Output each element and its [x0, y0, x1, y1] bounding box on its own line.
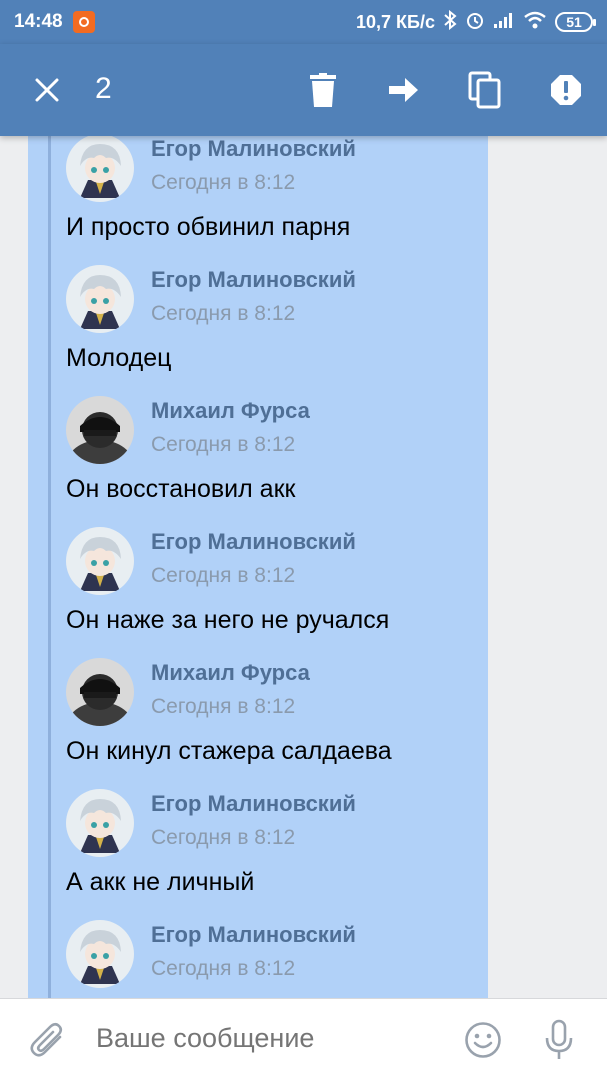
avatar[interactable]	[66, 527, 134, 595]
message-header: Михаил Фурса Сегодня в 8:12	[66, 658, 486, 728]
selected-count: 2	[95, 72, 112, 105]
author-name[interactable]: Михаил Фурса	[151, 658, 310, 688]
delete-icon[interactable]	[303, 70, 343, 110]
author-name[interactable]: Михаил Фурса	[151, 396, 310, 426]
message-timestamp: Сегодня в 8:12	[151, 302, 296, 325]
avatar[interactable]	[66, 396, 134, 464]
message-text: И просто обвинил парня	[66, 213, 351, 241]
forwarded-message[interactable]: Егор Малиновский Сегодня в 8:12	[66, 265, 486, 335]
forward-icon[interactable]	[384, 70, 424, 110]
message-text: А акк не личный	[66, 868, 255, 896]
message-timestamp: Сегодня в 8:12	[151, 826, 296, 849]
message-timestamp: Сегодня в 8:12	[151, 171, 296, 194]
forwarded-message[interactable]: Егор Малиновский Сегодня в 8:12	[66, 789, 486, 859]
message-meta: Егор Малиновский Сегодня в 8:12	[151, 265, 356, 329]
alarm-icon	[465, 10, 485, 35]
microphone-icon[interactable]	[544, 1019, 574, 1061]
message-header: Егор Малиновский Сегодня в 8:12	[66, 265, 486, 335]
avatar[interactable]	[66, 658, 134, 726]
author-name[interactable]: Егор Малиновский	[151, 789, 356, 819]
message-text: Он наже за него не ручался	[66, 606, 390, 634]
message-meta: Егор Малиновский Сегодня в 8:12	[151, 527, 356, 591]
message-timestamp: Сегодня в 8:12	[151, 564, 296, 587]
message-meta: Егор Малиновский Сегодня в 8:12	[151, 136, 356, 198]
bluetooth-icon	[443, 9, 457, 35]
message-header: Егор Малиновский Сегодня в 8:12	[66, 789, 486, 859]
message-header: Егор Малиновский Сегодня в 8:12	[66, 920, 486, 990]
message-meta: Михаил Фурса Сегодня в 8:12	[151, 396, 310, 460]
message-text: Он восстановил акк	[66, 475, 296, 503]
battery-level: 51	[566, 14, 582, 30]
author-name[interactable]: Егор Малиновский	[151, 920, 356, 950]
battery-icon: 51	[555, 12, 596, 32]
message-timestamp: Сегодня в 8:12	[151, 695, 296, 718]
message-meta: Егор Малиновский Сегодня в 8:12	[151, 920, 356, 984]
status-bar: 14:48 10,7 КБ/с 51	[0, 0, 607, 44]
message-meta: Михаил Фурса Сегодня в 8:12	[151, 658, 310, 722]
status-time: 14:48	[14, 11, 63, 32]
copy-icon[interactable]	[465, 70, 505, 110]
avatar[interactable]	[66, 136, 134, 202]
message-header: Михаил Фурса Сегодня в 8:12	[66, 396, 486, 466]
message-timestamp: Сегодня в 8:12	[151, 957, 296, 980]
chat-history[interactable]: Егор Малиновский Сегодня в 8:12 И просто о…	[0, 136, 607, 998]
selection-action-bar: 2	[0, 44, 607, 136]
forwarded-message[interactable]: Егор Малиновский Сегодня в 8:12	[66, 920, 486, 990]
wifi-icon	[523, 11, 547, 34]
notification-icon	[72, 11, 95, 33]
forwarded-message[interactable]: Егор Малиновский Сегодня в 8:12	[66, 527, 486, 597]
emoji-icon[interactable]	[464, 1021, 502, 1059]
forwarded-indicator-line	[48, 136, 51, 998]
close-icon[interactable]	[32, 72, 62, 108]
avatar[interactable]	[66, 265, 134, 333]
attach-icon[interactable]	[30, 1021, 66, 1059]
message-text: Молодец	[66, 344, 172, 372]
author-name[interactable]: Егор Малиновский	[151, 265, 356, 295]
forwarded-message[interactable]: Егор Малиновский Сегодня в 8:12	[66, 136, 486, 204]
message-meta: Егор Малиновский Сегодня в 8:12	[151, 789, 356, 853]
avatar[interactable]	[66, 789, 134, 857]
avatar[interactable]	[66, 920, 134, 988]
forwarded-message[interactable]: Михаил Фурса Сегодня в 8:12	[66, 658, 486, 728]
message-timestamp: Сегодня в 8:12	[151, 433, 296, 456]
message-input[interactable]	[96, 1023, 436, 1054]
message-composer	[0, 998, 607, 1080]
message-header: Егор Малиновский Сегодня в 8:12	[66, 527, 486, 597]
message-text: Он кинул стажера салдаева	[66, 737, 392, 765]
author-name[interactable]: Егор Малиновский	[151, 527, 356, 557]
forwarded-message[interactable]: Михаил Фурса Сегодня в 8:12	[66, 396, 486, 466]
author-name[interactable]: Егор Малиновский	[151, 136, 356, 164]
signal-icon	[493, 11, 515, 34]
network-speed: 10,7 КБ/с	[356, 11, 435, 32]
message-header: Егор Малиновский Сегодня в 8:12	[66, 136, 486, 204]
report-icon[interactable]	[546, 70, 586, 110]
